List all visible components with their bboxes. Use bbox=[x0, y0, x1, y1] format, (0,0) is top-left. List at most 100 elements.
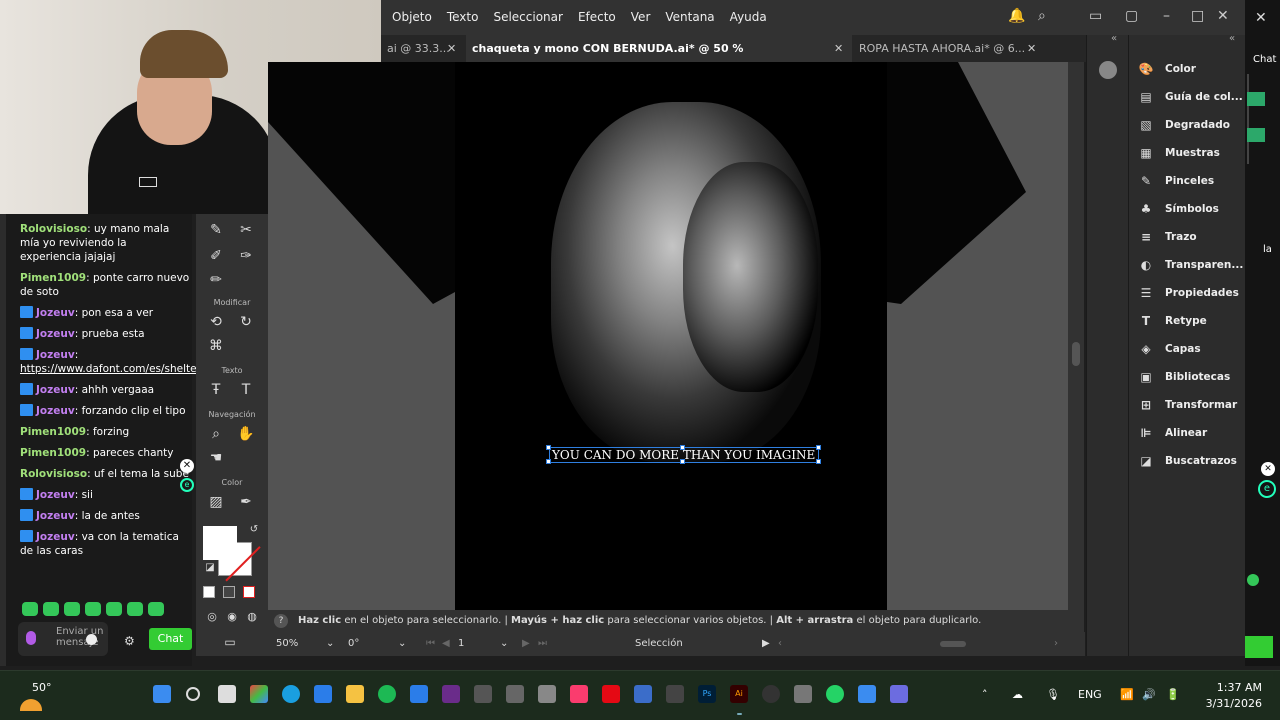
scroll-left-icon[interactable]: ‹ bbox=[778, 638, 782, 649]
collapse-icon[interactable]: « bbox=[1111, 33, 1117, 44]
close-icon[interactable]: ✕ bbox=[447, 35, 456, 62]
gradient-icon[interactable]: ▨ bbox=[206, 494, 226, 510]
tool-menu-icon[interactable]: ▶ bbox=[762, 638, 770, 649]
rotate-view-icon[interactable]: ☚ bbox=[206, 450, 226, 466]
panel-item[interactable]: T Retype bbox=[1135, 311, 1245, 331]
selection-handle[interactable] bbox=[816, 445, 821, 450]
type-icon[interactable]: T bbox=[236, 382, 256, 398]
music-icon[interactable] bbox=[570, 685, 588, 703]
app-icon[interactable] bbox=[538, 685, 556, 703]
workspace-icon[interactable]: ▭ bbox=[1089, 8, 1102, 24]
emote-icon[interactable] bbox=[85, 602, 101, 616]
next-artboard-icon[interactable]: ▶ bbox=[522, 638, 530, 649]
chat-username[interactable]: Pimen1009 bbox=[20, 272, 86, 284]
menu-item[interactable]: Ventana bbox=[665, 10, 714, 24]
emote-icon[interactable] bbox=[22, 602, 38, 616]
panel-item[interactable]: ⊫ Alinear bbox=[1135, 423, 1245, 443]
shaper-icon[interactable]: ✏ bbox=[206, 272, 226, 288]
gear-icon[interactable]: ⚙ bbox=[124, 634, 135, 648]
last-artboard-icon[interactable]: ⏭ bbox=[538, 638, 547, 649]
microphone-icon[interactable]: 🎙 bbox=[1046, 688, 1060, 701]
panel-item[interactable]: ◈ Capas bbox=[1135, 339, 1245, 359]
chat-username[interactable]: Jozeuv bbox=[36, 489, 75, 501]
chat-input[interactable]: Enviar un mensaje bbox=[18, 622, 108, 656]
hand-icon[interactable]: ✋ bbox=[236, 426, 256, 442]
chat-username[interactable]: Pimen1009 bbox=[20, 426, 86, 438]
panel-item[interactable]: ◐ Transparen... bbox=[1135, 255, 1245, 275]
none-mode-icon[interactable] bbox=[243, 586, 255, 598]
panel-item[interactable]: ☰ Propiedades bbox=[1135, 283, 1245, 303]
emote-icon[interactable] bbox=[64, 602, 80, 616]
chat-username[interactable]: Jozeuv bbox=[36, 510, 75, 522]
selection-handle[interactable] bbox=[816, 459, 821, 464]
panel-item[interactable]: ≡ Trazo bbox=[1135, 227, 1245, 247]
panel-item[interactable]: ▤ Guía de col... bbox=[1135, 87, 1245, 107]
chat-username[interactable]: Jozeuv bbox=[36, 307, 75, 319]
chat-username[interactable]: Jozeuv bbox=[36, 349, 75, 361]
app-icon[interactable] bbox=[506, 685, 524, 703]
screen-mode-icon[interactable]: ▭ bbox=[220, 634, 240, 650]
panel-item[interactable]: ▧ Degradado bbox=[1135, 115, 1245, 135]
notifications-icon[interactable]: 🔔 bbox=[1008, 8, 1025, 24]
whatsapp-icon[interactable] bbox=[826, 685, 844, 703]
chat-username[interactable]: Jozeuv bbox=[36, 384, 75, 396]
illustrator-icon[interactable]: Ai bbox=[730, 685, 748, 703]
default-colors-icon[interactable]: ◪ bbox=[200, 560, 220, 576]
app-icon[interactable] bbox=[890, 685, 908, 703]
defender-icon[interactable] bbox=[410, 685, 428, 703]
tab-document-1[interactable]: ai @ 33.3... ✕ bbox=[381, 35, 461, 62]
menu-item[interactable]: Ver bbox=[631, 10, 651, 24]
rotation-value[interactable]: 0° bbox=[348, 638, 359, 649]
app-icon[interactable] bbox=[634, 685, 652, 703]
fill-swatch[interactable] bbox=[203, 526, 237, 560]
app-icon[interactable] bbox=[858, 685, 876, 703]
arrange-icon[interactable]: ▢ bbox=[1125, 8, 1138, 24]
selection-handle[interactable] bbox=[680, 445, 685, 450]
zoom-value[interactable]: 50% bbox=[276, 638, 298, 649]
scroll-thumb[interactable] bbox=[1072, 342, 1080, 366]
selection-handle[interactable] bbox=[680, 459, 685, 464]
menu-item[interactable]: Texto bbox=[447, 10, 479, 24]
panel-item[interactable]: ✎ Pinceles bbox=[1135, 171, 1245, 191]
menu-item[interactable]: Ayuda bbox=[730, 10, 767, 24]
lasso-icon[interactable]: ⟲ bbox=[206, 314, 226, 330]
touch-type-icon[interactable]: Ŧ bbox=[206, 382, 226, 398]
search-icon[interactable]: ⌕ bbox=[1038, 8, 1046, 24]
app-icon[interactable] bbox=[666, 685, 684, 703]
close-icon[interactable]: ✕ bbox=[834, 35, 843, 62]
battery-icon[interactable]: 🔋 bbox=[1166, 688, 1180, 701]
obs-icon[interactable] bbox=[762, 685, 780, 703]
rotate-icon[interactable]: ↻ bbox=[236, 314, 256, 330]
extension-icon[interactable]: e bbox=[180, 478, 194, 492]
draw-inside-icon[interactable]: ◍ bbox=[242, 609, 262, 625]
edge-icon[interactable] bbox=[282, 685, 300, 703]
extension-icon[interactable]: e bbox=[1258, 480, 1276, 498]
chat-send-button-partial[interactable] bbox=[1245, 636, 1273, 658]
settings-icon[interactable] bbox=[794, 685, 812, 703]
tab-document-3[interactable]: ROPA HASTA AHORA.ai* @ 6... ✕ bbox=[853, 35, 1043, 62]
close-icon[interactable]: ✕ bbox=[180, 459, 194, 473]
panel-item[interactable]: ◪ Buscatrazos bbox=[1135, 451, 1245, 471]
tab-document-2[interactable]: chaqueta y mono CON BERNUDA.ai* @ 50 % (… bbox=[466, 35, 852, 82]
windows-start-icon[interactable] bbox=[153, 685, 171, 703]
mic-icon[interactable] bbox=[26, 631, 36, 645]
chat-username[interactable]: Pimen1009 bbox=[20, 447, 86, 459]
emote-icon[interactable] bbox=[43, 602, 59, 616]
close-icon[interactable]: ✕ bbox=[1261, 462, 1275, 476]
close-icon[interactable]: ✕ bbox=[1255, 10, 1267, 26]
emote-icon[interactable] bbox=[106, 602, 122, 616]
canvas[interactable]: YOU CAN DO MORE THAN YOU IMAGINE bbox=[268, 62, 1068, 610]
emote-icon[interactable] bbox=[148, 602, 164, 616]
menu-item[interactable]: Seleccionar bbox=[493, 10, 562, 24]
close-icon[interactable]: ✕ bbox=[1217, 8, 1229, 24]
panel-item[interactable]: ▦ Muestras bbox=[1135, 143, 1245, 163]
minimize-icon[interactable]: – bbox=[1163, 8, 1170, 24]
horizontal-scroll-thumb[interactable] bbox=[940, 641, 966, 647]
zoom-icon[interactable]: ⌕ bbox=[206, 426, 226, 442]
menu-item[interactable]: Objeto bbox=[392, 10, 432, 24]
chevron-down-icon[interactable]: ⌄ bbox=[398, 638, 406, 649]
chevron-up-icon[interactable]: ˄ bbox=[982, 688, 988, 701]
app-icon[interactable] bbox=[442, 685, 460, 703]
app-icon[interactable] bbox=[474, 685, 492, 703]
task-view-icon[interactable] bbox=[218, 685, 236, 703]
